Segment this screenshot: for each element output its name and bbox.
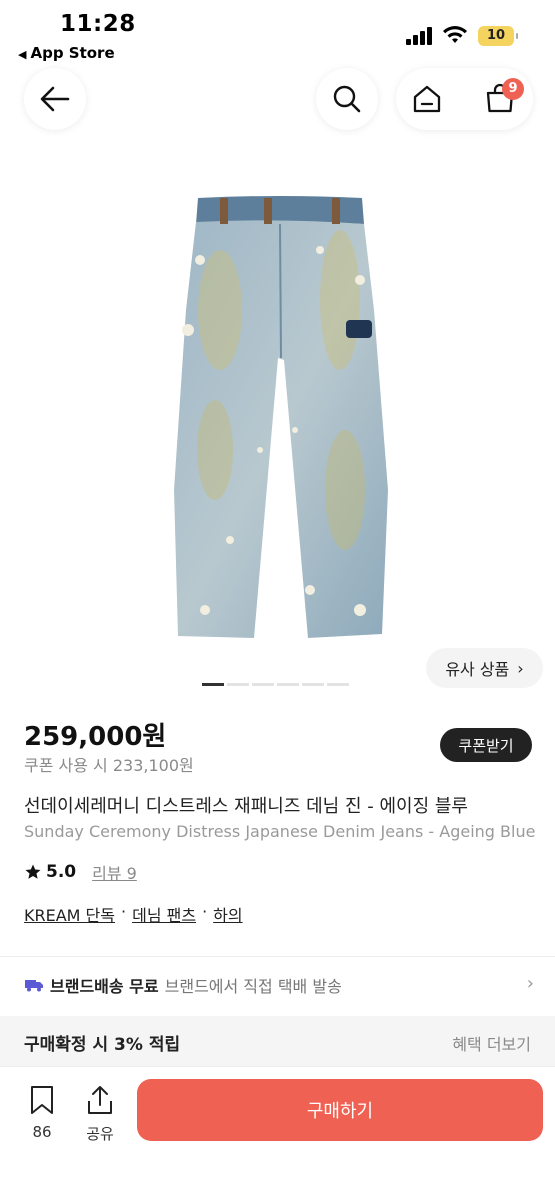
gallery-dot[interactable]	[227, 683, 249, 686]
gallery-dot[interactable]	[202, 683, 224, 686]
chevron-right-icon: ›	[526, 973, 534, 994]
battery-icon: 10	[478, 26, 518, 46]
breadcrumb-item[interactable]: 데님 팬츠	[132, 902, 196, 926]
bookmark-button[interactable]: 86	[22, 1085, 62, 1141]
rating-score: 5.0	[46, 862, 77, 882]
breadcrumb-item[interactable]: 하의	[213, 902, 242, 926]
get-coupon-button[interactable]: 쿠폰받기	[440, 728, 532, 762]
gallery-dot[interactable]	[302, 683, 324, 686]
rating-row: 5.0 리뷰 9	[24, 860, 137, 884]
chevron-right-icon: ›	[517, 658, 524, 678]
back-to-app-label: App Store	[30, 44, 115, 62]
review-link[interactable]: 리뷰 9	[92, 860, 137, 884]
gallery-pagination	[202, 683, 349, 686]
back-triangle-icon: ◀	[18, 48, 27, 61]
bottom-action-bar: 86 공유 구매하기	[0, 1066, 555, 1200]
star-icon	[25, 864, 41, 879]
truck-icon	[25, 980, 43, 992]
share-icon	[88, 1086, 112, 1114]
bookmark-icon	[31, 1086, 53, 1114]
delivery-info-row[interactable]: 브랜드배송 무료 브랜드에서 직접 택배 발송 ›	[24, 973, 534, 997]
more-benefits-link[interactable]: 혜택 더보기	[452, 1031, 531, 1055]
status-time: 11:28	[60, 11, 136, 37]
delivery-desc: 브랜드에서 직접 택배 발송	[164, 977, 342, 996]
similar-products-label: 유사 상품	[445, 660, 510, 679]
back-button[interactable]	[24, 68, 86, 130]
similar-products-button[interactable]: 유사 상품 ›	[426, 648, 543, 688]
bookmark-count: 86	[32, 1123, 52, 1141]
home-cart-pill: 9	[396, 68, 533, 130]
gallery-dot[interactable]	[252, 683, 274, 686]
wifi-icon	[443, 26, 467, 43]
gallery-dot[interactable]	[277, 683, 299, 686]
home-icon[interactable]	[411, 83, 443, 115]
share-button[interactable]: 공유	[80, 1085, 120, 1144]
breadcrumb-separator: ·	[121, 902, 127, 921]
cellular-signal-icon	[406, 27, 434, 45]
breadcrumb: KREAM 단독 · 데님 팬츠 · 하의	[24, 902, 243, 926]
share-label: 공유	[86, 1125, 114, 1143]
product-image[interactable]	[160, 190, 400, 650]
buy-button[interactable]: 구매하기	[137, 1079, 543, 1141]
status-bar: 11:28 ◀ App Store 10	[0, 0, 555, 70]
gallery-dot[interactable]	[327, 683, 349, 686]
section-divider	[0, 956, 555, 957]
arrow-left-icon	[40, 86, 70, 112]
breadcrumb-item[interactable]: KREAM 단독	[24, 902, 115, 926]
product-title-ko: 선데이세레머니 디스트레스 재패니즈 데님 진 - 에이징 블루	[24, 796, 468, 817]
product-price: 259,000원	[24, 722, 167, 752]
benefit-label: 구매확정 시 3% 적립	[24, 1035, 181, 1055]
cart-count-badge: 9	[502, 78, 524, 100]
back-to-app-store[interactable]: ◀ App Store	[18, 44, 115, 62]
search-button[interactable]	[316, 68, 378, 130]
breadcrumb-separator: ·	[202, 902, 208, 921]
delivery-free-label: 브랜드배송 무료	[50, 977, 159, 996]
search-icon	[333, 85, 361, 113]
coupon-price: 쿠폰 사용 시 233,100원	[24, 756, 194, 775]
product-title-en: Sunday Ceremony Distress Japanese Denim …	[24, 822, 536, 841]
